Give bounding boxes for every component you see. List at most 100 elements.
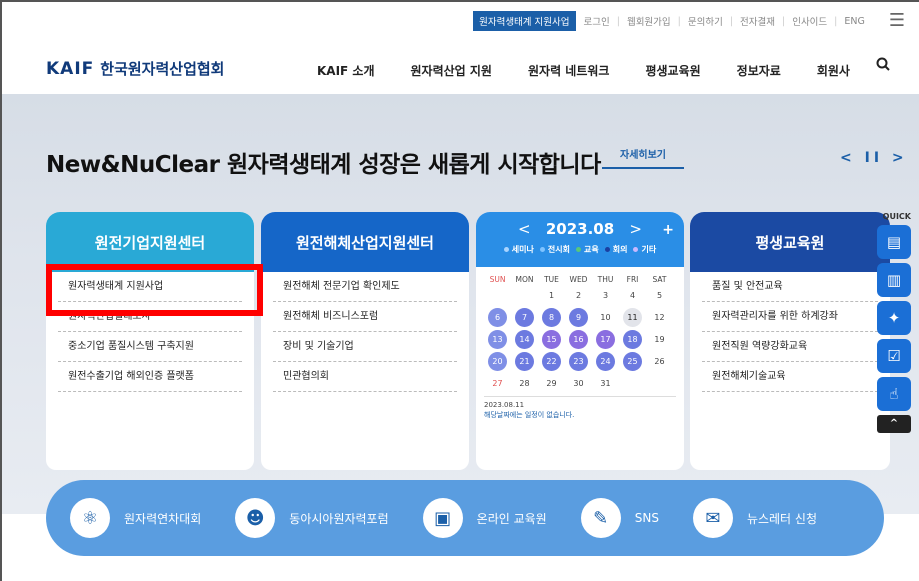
slider-controls: < II > <box>840 150 908 166</box>
nav-menu: KAIF 소개 원자력산업 지원 원자력 네트워크 평생교육원 정보자료 회원사 <box>317 62 886 79</box>
calendar-day[interactable]: 19 <box>646 328 673 350</box>
list-item[interactable]: 원전해체기술교육 <box>702 362 878 392</box>
thumbs-up-icon[interactable]: ☝ <box>877 377 911 411</box>
search-icon[interactable] <box>876 56 890 75</box>
logo[interactable]: KAIF 한국원자력산업협회 <box>46 58 224 79</box>
checklist-icon[interactable]: ☑ <box>877 339 911 373</box>
list-item[interactable]: 원전해체 전문기업 확인제도 <box>273 272 457 302</box>
calendar-day[interactable]: 14 <box>511 328 538 350</box>
calendar-day[interactable]: 23 <box>565 350 592 372</box>
list-item[interactable]: 장비 및 기술기업 <box>273 332 457 362</box>
calendar-day[interactable]: 2 <box>565 284 592 306</box>
nav-item-info[interactable]: 정보자료 <box>737 62 781 79</box>
bottom-link-label: SNS <box>634 511 659 525</box>
day-number: 29 <box>546 378 557 388</box>
hero-more-button[interactable]: 자세히보기 <box>602 146 684 169</box>
logo-en: KAIF <box>46 58 95 79</box>
inside-link[interactable]: 인사이드 <box>792 14 827 28</box>
calendar-week: 6 7 8 9 10 11 12 <box>476 306 684 328</box>
calendar-day[interactable]: 1 <box>538 284 565 306</box>
book-icon[interactable]: ▥ <box>877 263 911 297</box>
calendar-add-icon[interactable]: + <box>662 222 674 238</box>
bottom-link[interactable]: ✎ SNS <box>580 498 659 538</box>
web-signup-link[interactable]: 웹회원가입 <box>627 14 671 28</box>
calendar-day[interactable]: 9 <box>565 306 592 328</box>
nav-item-about[interactable]: KAIF 소개 <box>317 62 375 79</box>
card-title[interactable]: 원전기업지원센터 <box>46 212 254 272</box>
calendar-day[interactable]: 6 <box>484 306 511 328</box>
list-item[interactable]: 원전수출기업 해외인증 플랫폼 <box>58 362 242 392</box>
nav-item-education[interactable]: 평생교육원 <box>645 62 700 79</box>
login-link[interactable]: 로그인 <box>584 14 610 28</box>
bottom-link[interactable]: ☻ 동아시아원자력포럼 <box>235 498 389 538</box>
day-number: 17 <box>596 329 615 349</box>
inquiry-link[interactable]: 문의하기 <box>688 14 723 28</box>
calendar-day[interactable]: 16 <box>565 328 592 350</box>
calendar-day[interactable]: 10 <box>592 306 619 328</box>
calendar-day[interactable]: 13 <box>484 328 511 350</box>
calendar-day <box>619 372 646 394</box>
day-header: MON <box>515 275 534 284</box>
utility-highlight-link[interactable]: 원자력생태계 지원사업 <box>473 11 576 31</box>
calendar-day[interactable]: 21 <box>511 350 538 372</box>
calendar-day <box>646 372 673 394</box>
list-item[interactable]: 중소기업 품질시스템 구축지원 <box>58 332 242 362</box>
day-number: 25 <box>623 351 642 371</box>
sns-icon: ✎ <box>580 498 621 538</box>
list-item[interactable]: 원전직원 역량강화교육 <box>702 332 878 362</box>
calendar-day[interactable]: 12 <box>646 306 673 328</box>
calendar-day[interactable]: 30 <box>565 372 592 394</box>
nav-item-industry-support[interactable]: 원자력산업 지원 <box>411 62 492 79</box>
main-navigation: KAIF 한국원자력산업협회 KAIF 소개 원자력산업 지원 원자력 네트워크… <box>2 40 919 96</box>
calendar-day[interactable]: 24 <box>592 350 619 372</box>
slider-next-icon[interactable]: > <box>892 150 908 166</box>
calendar-day[interactable]: 15 <box>538 328 565 350</box>
day-number: 11 <box>623 307 642 327</box>
calendar-day[interactable]: 27 <box>484 372 511 394</box>
calendar-day[interactable]: 17 <box>592 328 619 350</box>
calendar-day[interactable]: 22 <box>538 350 565 372</box>
nav-item-members[interactable]: 회원사 <box>817 62 850 79</box>
day-header: SUN <box>489 275 506 284</box>
document-icon[interactable]: ▤ <box>877 225 911 259</box>
bottom-link[interactable]: ✉ 뉴스레터 신청 <box>692 498 817 538</box>
bottom-link[interactable]: ⚛ 원자력연차대회 <box>70 498 201 538</box>
calendar-day[interactable]: 4 <box>619 284 646 306</box>
calendar-month: 2023.08 <box>545 220 615 238</box>
day-number: 6 <box>488 307 507 327</box>
slider-pause-icon[interactable]: II <box>865 150 883 166</box>
scroll-top-button[interactable]: ^ <box>877 415 911 433</box>
card-title[interactable]: 원전해체산업지원센터 <box>261 212 469 272</box>
calendar-day[interactable]: 18 <box>619 328 646 350</box>
calendar-day[interactable]: 11 <box>619 306 646 328</box>
hamburger-icon[interactable]: ☰ <box>889 12 905 30</box>
nav-item-network[interactable]: 원자력 네트워크 <box>528 62 609 79</box>
legend-dot <box>633 247 639 252</box>
calendar-day[interactable]: 26 <box>646 350 673 372</box>
calendar-day[interactable]: 31 <box>592 372 619 394</box>
english-link[interactable]: ENG <box>844 16 864 27</box>
card-title[interactable]: 평생교육원 <box>690 212 890 272</box>
calendar-day[interactable]: 7 <box>511 306 538 328</box>
day-header: SAT <box>652 275 667 284</box>
legend-item: 교육 <box>575 244 599 255</box>
calendar-day[interactable]: 28 <box>511 372 538 394</box>
calendar-day[interactable]: 25 <box>619 350 646 372</box>
bottom-link[interactable]: ▣ 온라인 교육원 <box>422 498 547 538</box>
approval-link[interactable]: 전자결재 <box>740 14 775 28</box>
list-item[interactable]: 품질 및 안전교육 <box>702 272 878 302</box>
calendar-day[interactable]: 8 <box>538 306 565 328</box>
day-number: 16 <box>569 329 588 349</box>
list-item[interactable]: 원전해체 비즈니스포럼 <box>273 302 457 332</box>
calendar-day[interactable]: 29 <box>538 372 565 394</box>
calendar-next-icon[interactable]: > <box>629 220 642 238</box>
calendar-day[interactable]: 20 <box>484 350 511 372</box>
calendar-prev-icon[interactable]: < <box>518 220 531 238</box>
calendar-day[interactable]: 5 <box>646 284 673 306</box>
calendar-day[interactable]: 3 <box>592 284 619 306</box>
pin-icon[interactable]: ✦ <box>877 301 911 335</box>
list-item[interactable]: 민관협의회 <box>273 362 457 392</box>
list-item[interactable]: 원자력관리자를 위한 하계강좌 <box>702 302 878 332</box>
slider-prev-icon[interactable]: < <box>840 150 856 166</box>
separator: | <box>729 15 734 27</box>
